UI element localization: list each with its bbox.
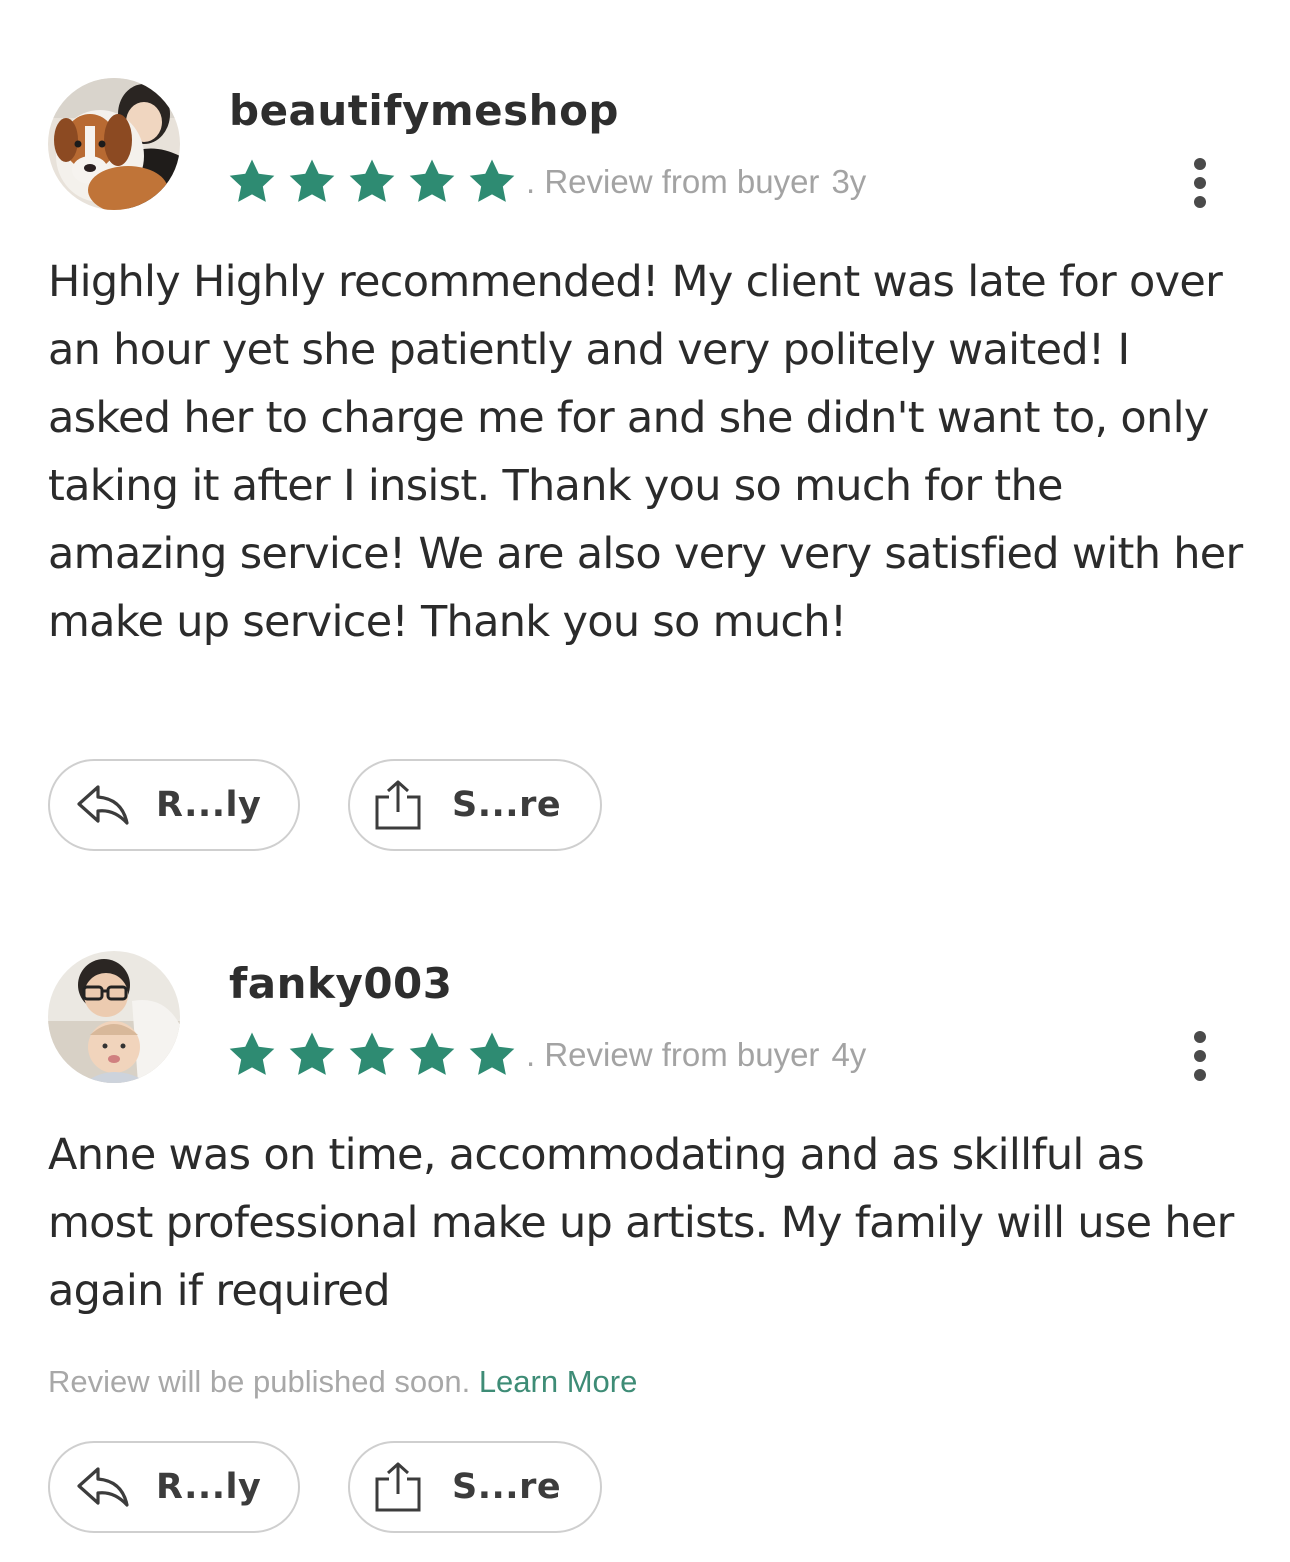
review-text: Anne was on time, accommodating and as s…	[48, 1130, 1234, 1316]
share-label: S...re	[452, 785, 562, 825]
more-vertical-icon	[1194, 1031, 1206, 1081]
more-vertical-icon	[1194, 158, 1206, 208]
review-meta: . Review from buyer 3y	[526, 163, 866, 201]
review-age: 4y	[831, 1036, 867, 1073]
user-avatar-icon	[48, 951, 180, 1083]
reply-button[interactable]: R...ly	[48, 1441, 300, 1533]
star-icon	[284, 1029, 340, 1081]
share-label: S...re	[452, 1467, 562, 1507]
star-rating	[224, 156, 524, 208]
rating-row: . Review from buyer 3y	[224, 154, 866, 210]
username[interactable]: fanky003	[229, 959, 453, 1008]
star-rating	[224, 1029, 524, 1081]
star-icon	[224, 1029, 280, 1081]
more-options-button[interactable]	[1190, 1031, 1210, 1081]
publish-notice-text: Review will be published soon.	[48, 1364, 471, 1399]
review-actions: R...ly S...re	[48, 1441, 602, 1533]
star-icon	[404, 156, 460, 208]
avatar[interactable]	[48, 951, 180, 1083]
reply-arrow-icon	[76, 783, 130, 827]
share-button[interactable]: S...re	[348, 1441, 602, 1533]
reply-label: R...ly	[156, 1467, 262, 1507]
star-icon	[404, 1029, 460, 1081]
star-icon	[284, 156, 340, 208]
learn-more-link[interactable]: Learn More	[479, 1364, 638, 1399]
review-source: . Review from buyer	[526, 163, 820, 200]
more-options-button[interactable]	[1190, 158, 1210, 208]
star-icon	[224, 156, 280, 208]
user-avatar-icon	[48, 78, 180, 210]
review-source: . Review from buyer	[526, 1036, 820, 1073]
reply-arrow-icon	[76, 1465, 130, 1509]
share-button[interactable]: S...re	[348, 759, 602, 851]
share-icon	[372, 1461, 424, 1513]
star-icon	[464, 1029, 520, 1081]
publish-notice: Review will be published soon. Learn Mor…	[48, 1364, 637, 1400]
review-age: 3y	[831, 163, 867, 200]
reply-button[interactable]: R...ly	[48, 759, 300, 851]
star-icon	[344, 156, 400, 208]
avatar[interactable]	[48, 78, 180, 210]
review-actions: R...ly S...re	[48, 759, 602, 851]
rating-row: . Review from buyer 4y	[224, 1027, 866, 1083]
reply-label: R...ly	[156, 785, 262, 825]
star-icon	[344, 1029, 400, 1081]
star-icon	[464, 156, 520, 208]
share-icon	[372, 779, 424, 831]
review-meta: . Review from buyer 4y	[526, 1036, 866, 1074]
review-text: Highly Highly recommended! My client was…	[48, 257, 1243, 647]
username[interactable]: beautifymeshop	[229, 86, 619, 135]
